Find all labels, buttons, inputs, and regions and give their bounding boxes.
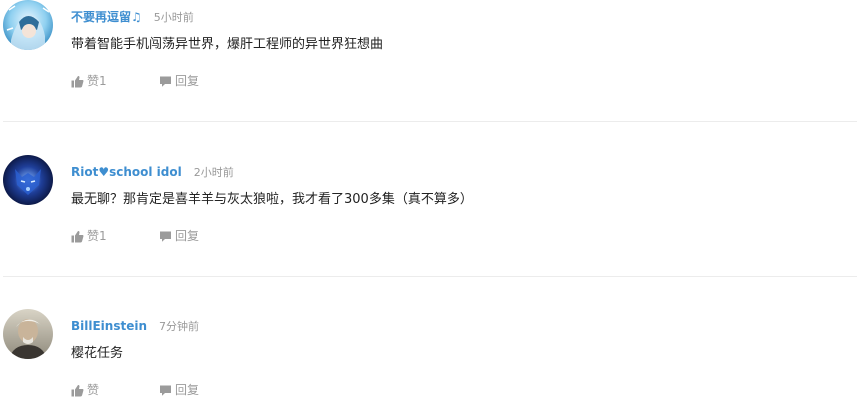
comment-meta: Riot♥school idol 2小时前: [71, 163, 234, 179]
comment-bubble-icon: [160, 231, 171, 242]
comment-text: 最无聊？那肯定是喜羊羊与灰太狼啦，我才看了300多集（真不算多）: [71, 192, 473, 207]
like-button[interactable]: 赞1: [71, 228, 107, 244]
thumbs-up-icon: [71, 75, 84, 87]
person-avatar-icon: [3, 309, 53, 359]
avatar[interactable]: [3, 155, 53, 205]
avatar[interactable]: [3, 309, 53, 359]
reply-label: 回复: [175, 74, 200, 88]
reply-button[interactable]: 回复: [159, 73, 199, 89]
comment-text: 樱花任务: [71, 346, 124, 361]
reply-button[interactable]: 回复: [159, 382, 199, 398]
like-button[interactable]: 赞: [71, 382, 99, 398]
reply-button[interactable]: 回复: [159, 228, 199, 244]
anime-avatar-icon: [3, 0, 53, 50]
avatar[interactable]: [3, 0, 53, 50]
comment-meta: 不要再逗留♫ 5小时前: [71, 8, 194, 24]
username[interactable]: BillEinstein: [71, 319, 147, 333]
comment-time: 5小时前: [153, 11, 194, 24]
comment-text: 带着智能手机闯荡异世界，爆肝工程师的异世界狂想曲: [71, 37, 384, 52]
divider: [3, 276, 857, 277]
like-button[interactable]: 赞1: [71, 73, 107, 89]
username[interactable]: Riot♥school idol: [71, 165, 182, 179]
comment-bubble-icon: [160, 76, 171, 87]
blue-wolf-avatar-icon: [3, 155, 53, 205]
reply-label: 回复: [175, 383, 200, 397]
thumbs-up-icon: [71, 384, 84, 396]
comment-bubble-icon: [160, 385, 171, 396]
divider: [3, 121, 857, 122]
thumbs-up-icon: [71, 230, 84, 242]
like-label: 赞1: [87, 229, 107, 243]
comment-time: 2小时前: [193, 166, 234, 179]
like-label: 赞: [87, 383, 100, 397]
username[interactable]: 不要再逗留♫: [71, 10, 142, 24]
reply-label: 回复: [175, 229, 200, 243]
comment-time: 7分钟前: [159, 320, 200, 333]
like-label: 赞1: [87, 74, 107, 88]
comment-list: 不要再逗留♫ 5小时前 带着智能手机闯荡异世界，爆肝工程师的异世界狂想曲 赞1 回…: [0, 0, 857, 407]
comment-meta: BillEinstein 7分钟前: [71, 317, 199, 333]
